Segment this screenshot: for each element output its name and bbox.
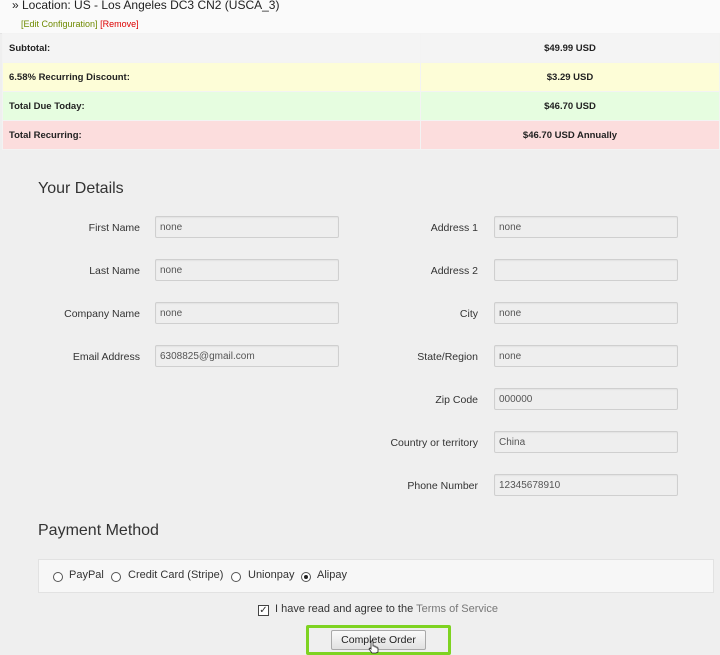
last-name-label: Last Name <box>89 265 140 277</box>
email-field[interactable] <box>155 345 339 367</box>
summary-row-recurring: Total Recurring: $46.70 USD Annually <box>2 120 720 150</box>
summary-label: 6.58% Recurring Discount: <box>2 62 421 92</box>
phone-number-label: Phone Number <box>407 480 478 492</box>
your-details-heading: Your Details <box>38 180 124 197</box>
paypal-label[interactable]: PayPal <box>69 569 104 581</box>
terms-checkbox[interactable]: ✓ <box>258 605 269 616</box>
terms-text: I have read and agree to the Terms of Se… <box>275 603 498 615</box>
phone-number-field[interactable] <box>494 474 678 496</box>
summary-value: $46.70 USD <box>420 91 720 121</box>
summary-row-due-today: Total Due Today: $46.70 USD <box>2 91 720 121</box>
summary-label: Total Due Today: <box>2 91 421 121</box>
summary-row-subtotal: Subtotal: $49.99 USD <box>2 33 720 63</box>
country-select[interactable] <box>494 431 678 453</box>
hand-cursor-icon <box>368 640 379 654</box>
product-header: » Location: US - Los Angeles DC3 CN2 (US… <box>0 0 720 34</box>
summary-label: Total Recurring: <box>2 120 421 150</box>
config-links: [Edit Configuration] [Remove] <box>21 19 139 29</box>
alipay-label[interactable]: Alipay <box>317 569 347 581</box>
terms-of-service-link[interactable]: Terms of Service <box>416 603 498 615</box>
edit-configuration-link[interactable]: [Edit Configuration] <box>21 19 98 29</box>
address1-label: Address 1 <box>430 222 478 234</box>
city-label: City <box>459 308 478 320</box>
alipay-radio[interactable] <box>301 572 311 582</box>
summary-value: $46.70 USD Annually <box>420 120 720 150</box>
city-field[interactable] <box>494 302 678 324</box>
first-name-label: First Name <box>88 222 140 234</box>
unionpay-label[interactable]: Unionpay <box>248 569 294 581</box>
summary-value: $49.99 USD <box>420 33 720 63</box>
unionpay-radio[interactable] <box>231 572 241 582</box>
country-label: Country or territory <box>390 437 478 449</box>
company-name-label: Company Name <box>64 308 140 320</box>
summary-row-discount: 6.58% Recurring Discount: $3.29 USD <box>2 62 720 92</box>
zip-code-field[interactable] <box>494 388 678 410</box>
stripe-label[interactable]: Credit Card (Stripe) <box>128 569 223 581</box>
remove-link[interactable]: [Remove] <box>100 19 139 29</box>
payment-method-heading: Payment Method <box>38 522 159 539</box>
address2-label: Address 2 <box>430 265 478 277</box>
address2-field[interactable] <box>494 259 678 281</box>
paypal-radio[interactable] <box>53 572 63 582</box>
zip-code-label: Zip Code <box>435 394 478 406</box>
email-address-label: Email Address <box>72 351 140 363</box>
address1-field[interactable] <box>494 216 678 238</box>
last-name-field[interactable] <box>155 259 339 281</box>
state-region-field[interactable] <box>494 345 678 367</box>
stripe-radio[interactable] <box>111 572 121 582</box>
summary-value: $3.29 USD <box>420 62 720 92</box>
first-name-field[interactable] <box>155 216 339 238</box>
order-summary-table: Subtotal: $49.99 USD 6.58% Recurring Dis… <box>2 33 720 150</box>
payment-options: PayPal Credit Card (Stripe) Unionpay Ali… <box>38 559 714 593</box>
summary-label: Subtotal: <box>2 33 421 63</box>
company-name-field[interactable] <box>155 302 339 324</box>
location-line: » Location: US - Los Angeles DC3 CN2 (US… <box>12 0 280 12</box>
state-region-label: State/Region <box>417 351 478 363</box>
